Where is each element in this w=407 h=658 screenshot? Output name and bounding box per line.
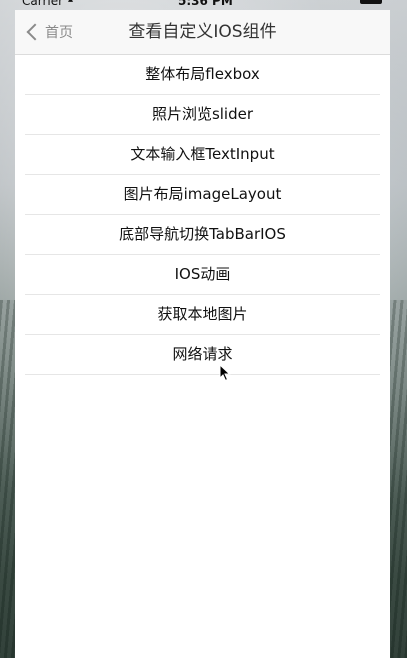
back-button[interactable]: 首页 bbox=[25, 20, 73, 44]
menu-item-image-layout[interactable]: 图片布局imageLayout bbox=[25, 175, 380, 215]
battery-icon bbox=[360, 0, 382, 4]
menu-item-network[interactable]: 网络请求 bbox=[25, 335, 380, 375]
menu-item-animation[interactable]: IOS动画 bbox=[25, 255, 380, 295]
menu-item-slider[interactable]: 照片浏览slider bbox=[25, 95, 380, 135]
status-bar: Carrier ▴ 5:36 PM bbox=[0, 0, 407, 10]
component-menu-list: 整体布局flexbox 照片浏览slider 文本输入框TextInput 图片… bbox=[25, 55, 380, 375]
back-label: 首页 bbox=[45, 25, 73, 41]
chevron-left-icon bbox=[26, 23, 44, 41]
menu-item-textinput[interactable]: 文本输入框TextInput bbox=[25, 135, 380, 175]
mouse-pointer-icon bbox=[219, 364, 231, 382]
status-time: 5:36 PM bbox=[178, 0, 233, 8]
menu-item-flexbox[interactable]: 整体布局flexbox bbox=[25, 55, 380, 95]
carrier-label: Carrier bbox=[22, 0, 64, 8]
menu-item-tabbar[interactable]: 底部导航切换TabBarIOS bbox=[25, 215, 380, 255]
menu-item-local-images[interactable]: 获取本地图片 bbox=[25, 295, 380, 335]
app-screen: 首页 查看自定义IOS组件 整体布局flexbox 照片浏览slider 文本输… bbox=[15, 10, 390, 658]
wifi-icon: ▴ bbox=[68, 0, 73, 5]
navigation-bar: 首页 查看自定义IOS组件 bbox=[15, 10, 390, 55]
